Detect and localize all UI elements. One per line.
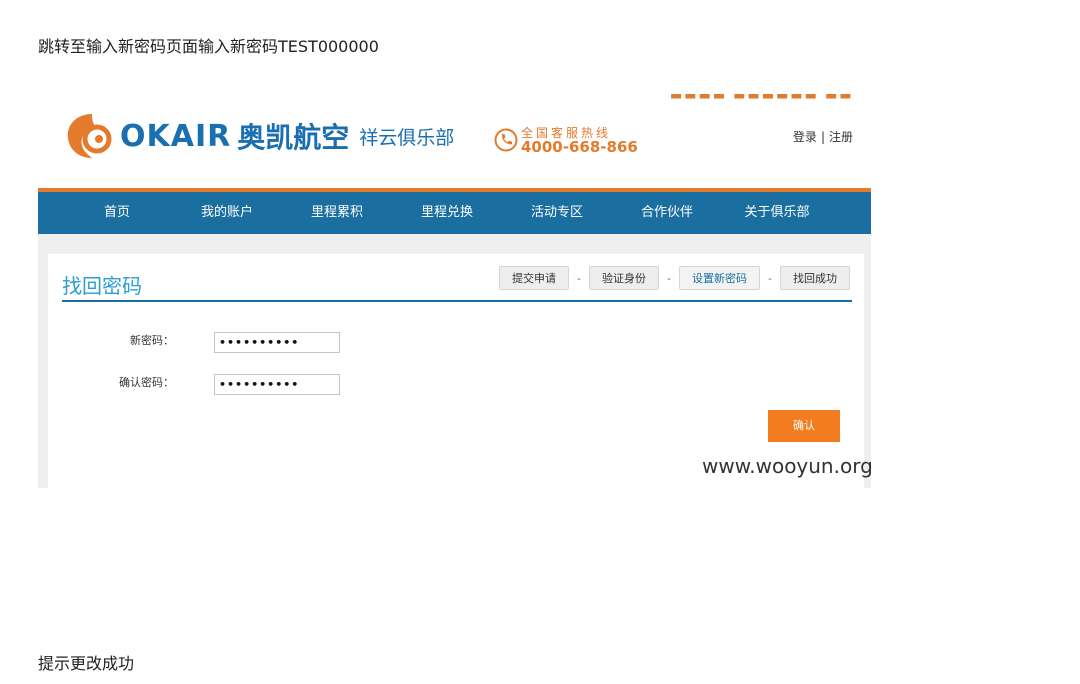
logo-chinese: 奥凯航空 [237, 121, 350, 154]
step-verify-identity: 验证身份 [589, 266, 660, 290]
hotline-number: 4000-668-866 [521, 138, 638, 156]
step-recover-success: 找回成功 [780, 266, 850, 290]
nav-mileage-earn[interactable]: 里程累积 [282, 192, 392, 234]
caption-top: 跳转至输入新密码页面输入新密码TEST000000 [38, 37, 379, 56]
site-logo[interactable]: OKAIR 奥凯航空 祥云俱乐部 [62, 108, 454, 164]
nav-partners[interactable]: 合作伙伴 [612, 192, 722, 234]
progress-steps: 提交申请 - 验证身份 - 设置新密码 - 找回成功 [499, 266, 850, 290]
watermark: www.wooyun.org [702, 454, 871, 478]
phone-icon [494, 128, 518, 152]
step-separator: - [667, 271, 672, 285]
new-password-input[interactable]: •••••••••• [214, 332, 340, 353]
new-password-label: 新密码： [130, 334, 174, 347]
confirm-button[interactable]: 确认 [768, 410, 840, 442]
embedded-screenshot: ■■■■ ■■■■■■ ■■ OKAIR 奥凯航空 祥云俱乐部 全国客服热线 4… [38, 90, 871, 488]
confirm-password-input[interactable]: •••••••••• [214, 374, 340, 395]
logo-subtitle: 祥云俱乐部 [359, 126, 455, 149]
nav-my-account[interactable]: 我的账户 [172, 192, 282, 234]
nav-home[interactable]: 首页 [62, 192, 172, 234]
auth-links: 登录 | 注册 [793, 128, 853, 145]
login-link[interactable]: 登录 [793, 130, 817, 144]
main-nav: 首页 我的账户 里程累积 里程兑换 活动专区 合作伙伴 关于俱乐部 [38, 192, 871, 234]
confirm-password-row: 确认密码： [48, 374, 174, 390]
caption-bottom: 提示更改成功 [38, 654, 135, 673]
cloud-logo-icon [67, 114, 112, 158]
nav-promotions[interactable]: 活动专区 [502, 192, 612, 234]
site-header: ■■■■ ■■■■■■ ■■ OKAIR 奥凯航空 祥云俱乐部 全国客服热线 4… [38, 90, 871, 188]
hotline: 全国客服热线 4000-668-866 [494, 126, 638, 156]
auth-separator: | [820, 130, 825, 144]
step-separator: - [577, 271, 582, 285]
page-title: 找回密码 [62, 274, 142, 298]
nav-about-club[interactable]: 关于俱乐部 [722, 192, 832, 234]
recover-password-panel: 找回密码 提交申请 - 验证身份 - 设置新密码 - 找回成功 新密码： •••… [48, 254, 871, 488]
register-link[interactable]: 注册 [829, 130, 853, 144]
nav-mileage-redeem[interactable]: 里程兑换 [392, 192, 502, 234]
step-set-new-password: 设置新密码 [679, 266, 761, 290]
new-password-row: 新密码： [48, 332, 174, 348]
confirm-password-label: 确认密码： [119, 376, 174, 389]
step-submit-request: 提交申请 [499, 266, 570, 290]
step-separator: - [768, 271, 772, 285]
cropped-top-text: ■■■■ ■■■■■■ ■■ [670, 94, 860, 102]
title-underline [62, 300, 852, 302]
logo-english: OKAIR [120, 118, 232, 154]
